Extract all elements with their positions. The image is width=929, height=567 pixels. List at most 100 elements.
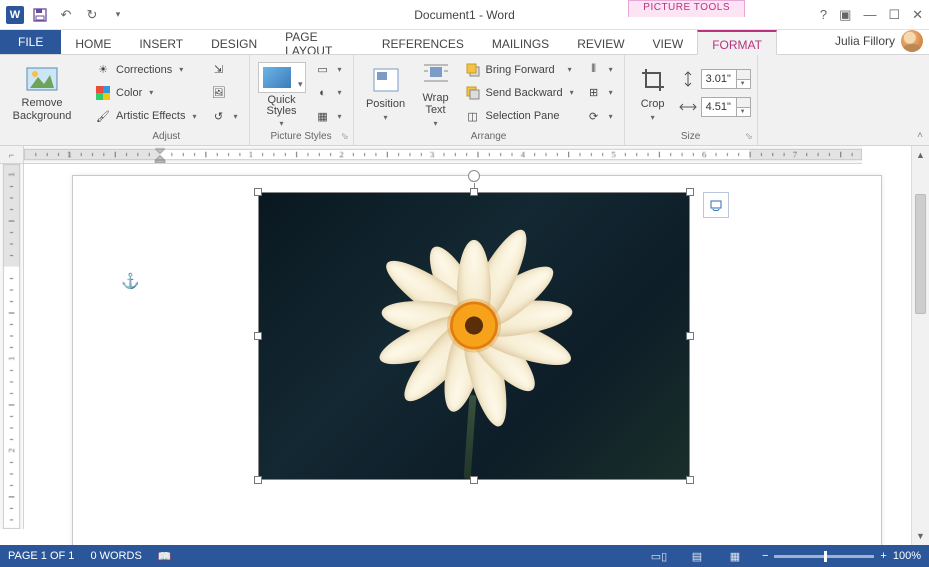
tab-file[interactable]: FILE xyxy=(0,30,61,54)
undo-button[interactable]: ↶ xyxy=(56,5,76,25)
compress-pictures-button[interactable]: ⇲ xyxy=(206,59,243,81)
user-name: Julia Fillory xyxy=(835,34,895,48)
page[interactable]: ⚓ xyxy=(72,175,882,545)
vertical-scrollbar[interactable]: ▲ ▼ xyxy=(911,146,929,545)
read-mode-button[interactable]: ▭▯ xyxy=(648,548,670,564)
vertical-ruler[interactable] xyxy=(0,164,24,529)
height-row: 3.01"▲▼ xyxy=(679,68,751,90)
resize-handle-s[interactable] xyxy=(470,476,478,484)
artistic-effects-button[interactable]: 🖌 Artistic Effects▾ xyxy=(90,105,202,127)
crop-button[interactable]: Crop▾ xyxy=(631,58,675,128)
crop-label: Crop xyxy=(641,98,665,111)
tab-mailings[interactable]: MAILINGS xyxy=(478,30,563,54)
change-picture-icon: 🖼 xyxy=(211,85,227,101)
chevron-down-icon: ▾ xyxy=(609,112,613,121)
selection-pane-icon: ◫ xyxy=(465,108,481,124)
help-button[interactable]: ? xyxy=(820,7,827,22)
ribbon-display-button[interactable]: ▣ xyxy=(839,7,851,23)
chevron-down-icon: ▾ xyxy=(609,88,613,97)
resize-handle-w[interactable] xyxy=(254,332,262,340)
ruler-corner[interactable]: ⌐ xyxy=(0,146,24,164)
close-button[interactable]: ✕ xyxy=(912,7,923,23)
position-button[interactable]: Position▾ xyxy=(360,58,412,128)
proofing-icon[interactable]: 📖 xyxy=(158,550,172,563)
zoom-level[interactable]: 100% xyxy=(893,550,921,562)
picture-effects-button[interactable]: ◐▾ xyxy=(310,82,347,104)
crop-icon xyxy=(637,64,669,96)
ribbon-tabs: FILE HOME INSERT DESIGN PAGE LAYOUT REFE… xyxy=(0,30,929,54)
scroll-thumb[interactable] xyxy=(915,194,926,314)
layout-options-button[interactable] xyxy=(703,192,729,218)
zoom-slider[interactable] xyxy=(774,555,874,558)
chevron-down-icon: ▾ xyxy=(570,88,574,97)
tab-references[interactable]: REFERENCES xyxy=(368,30,478,54)
tab-page-layout[interactable]: PAGE LAYOUT xyxy=(271,30,368,54)
border-icon: ▭ xyxy=(315,62,331,78)
scroll-up-button[interactable]: ▲ xyxy=(912,146,929,164)
document-area[interactable]: ⚓ xyxy=(24,164,911,545)
page-indicator[interactable]: PAGE 1 OF 1 xyxy=(8,550,74,562)
chevron-down-icon: ▾ xyxy=(568,65,572,74)
tab-format[interactable]: FORMAT xyxy=(697,30,777,55)
group-objects-button[interactable]: ⊞▾ xyxy=(581,82,618,104)
print-layout-button[interactable]: ▤ xyxy=(686,548,708,564)
resize-handle-ne[interactable] xyxy=(686,188,694,196)
height-input[interactable]: 3.01"▲▼ xyxy=(701,69,751,89)
zoom-control: − + 100% xyxy=(762,550,921,562)
send-backward-button[interactable]: Send Backward ▾ xyxy=(460,82,579,104)
compress-icon: ⇲ xyxy=(211,62,227,78)
rotate-button[interactable]: ⟳▾ xyxy=(581,105,618,127)
bring-forward-button[interactable]: Bring Forward ▾ xyxy=(460,59,579,81)
picture-border-button[interactable]: ▭▾ xyxy=(310,59,347,81)
resize-handle-nw[interactable] xyxy=(254,188,262,196)
bring-forward-label: Bring Forward xyxy=(486,64,555,76)
resize-handle-e[interactable] xyxy=(686,332,694,340)
resize-handle-se[interactable] xyxy=(686,476,694,484)
qat-customize-button[interactable]: ▾ xyxy=(108,5,128,25)
zoom-in-button[interactable]: + xyxy=(880,550,886,562)
tab-insert[interactable]: INSERT xyxy=(125,30,197,54)
position-label: Position xyxy=(366,98,405,111)
redo-button[interactable]: ↻ xyxy=(82,5,102,25)
group-label-size[interactable]: Size xyxy=(625,129,757,145)
collapse-ribbon-button[interactable]: ˄ xyxy=(917,130,923,141)
scroll-down-button[interactable]: ▼ xyxy=(912,527,929,545)
send-backward-label: Send Backward xyxy=(486,87,563,99)
width-input[interactable]: 4.51"▲▼ xyxy=(701,97,751,117)
group-remove-bg: Remove Background xyxy=(0,55,84,145)
group-label-picture-styles[interactable]: Picture Styles xyxy=(250,129,353,145)
maximize-button[interactable]: ☐ xyxy=(888,7,900,23)
remove-background-label: Remove Background xyxy=(6,97,78,122)
horizontal-ruler[interactable] xyxy=(24,146,862,164)
web-layout-button[interactable]: ▦ xyxy=(724,548,746,564)
user-account[interactable]: Julia Fillory xyxy=(835,30,923,52)
corrections-button[interactable]: ☀ Corrections▾ xyxy=(90,59,202,81)
remove-background-icon xyxy=(26,63,58,95)
contextual-tab-header: PICTURE TOOLS xyxy=(628,0,745,17)
title-bar: W ↶ ↻ ▾ Document1 - Word PICTURE TOOLS ?… xyxy=(0,0,929,30)
reset-picture-button[interactable]: ↺▾ xyxy=(206,105,243,127)
tab-home[interactable]: HOME xyxy=(61,30,125,54)
width-icon xyxy=(679,99,697,115)
word-count[interactable]: 0 WORDS xyxy=(90,550,141,562)
change-picture-button[interactable]: 🖼 xyxy=(206,82,243,104)
zoom-out-button[interactable]: − xyxy=(762,550,768,562)
remove-background-button[interactable]: Remove Background xyxy=(6,58,78,128)
selection-pane-button[interactable]: ◫ Selection Pane xyxy=(460,105,579,127)
save-button[interactable] xyxy=(30,5,50,25)
quick-styles-button[interactable]: Quick Styles▾ xyxy=(256,58,308,128)
rotation-handle[interactable] xyxy=(468,170,480,182)
wrap-text-button[interactable]: Wrap Text▾ xyxy=(412,58,460,128)
resize-handle-n[interactable] xyxy=(470,188,478,196)
picture-layout-button[interactable]: ▦▾ xyxy=(310,105,347,127)
tab-view[interactable]: VIEW xyxy=(639,30,698,54)
resize-handle-sw[interactable] xyxy=(254,476,262,484)
tab-review[interactable]: REVIEW xyxy=(563,30,638,54)
chevron-down-icon: ▾ xyxy=(234,112,238,121)
selected-picture[interactable] xyxy=(258,192,690,480)
color-button[interactable]: Color▾ xyxy=(90,82,202,104)
chevron-down-icon: ▾ xyxy=(434,119,438,128)
minimize-button[interactable]: — xyxy=(863,7,876,22)
align-button[interactable]: ⫴▾ xyxy=(581,59,618,81)
tab-design[interactable]: DESIGN xyxy=(197,30,271,54)
